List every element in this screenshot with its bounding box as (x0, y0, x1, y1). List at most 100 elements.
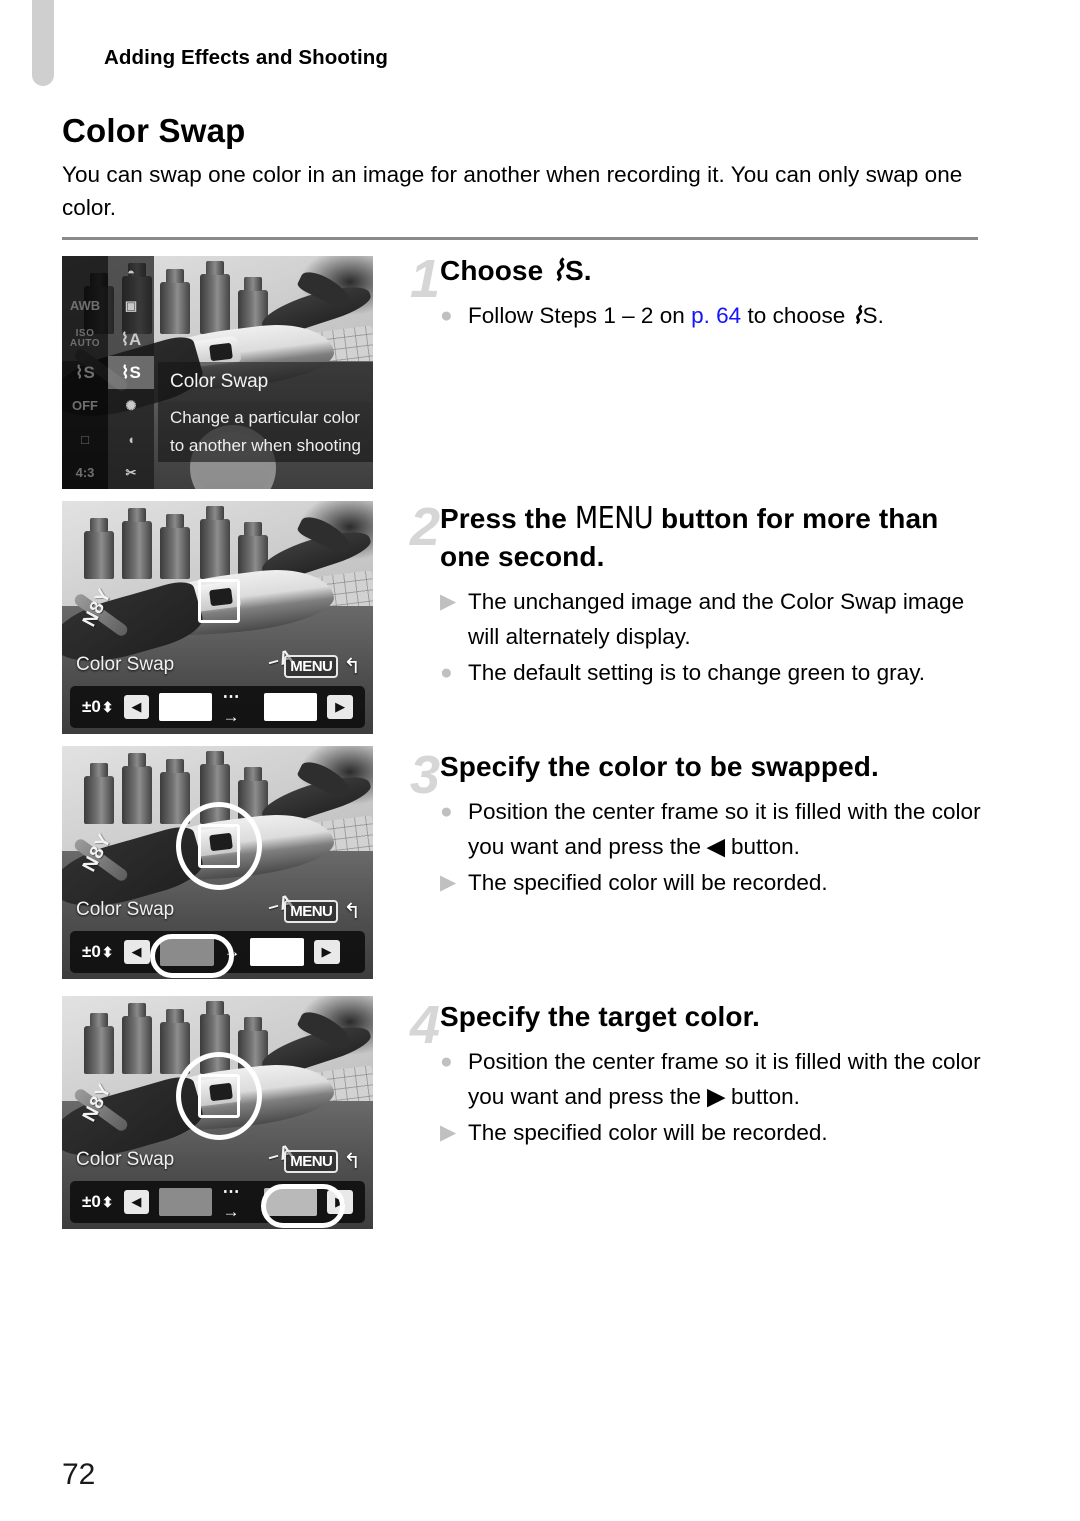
menu-cell-white-balance[interactable]: AWB (62, 289, 108, 322)
page-reference-link[interactable]: p. 64 (691, 303, 741, 328)
menu-icon-cell[interactable]: ▣ (108, 289, 154, 322)
overlay-desc-line-2: to another when shooting (170, 436, 361, 455)
left-arrow-button-icon[interactable]: ◀ (123, 695, 150, 719)
right-arrow-button-icon[interactable]: ▶ (327, 1190, 353, 1214)
bullet-text-after: button. (724, 834, 800, 859)
menu-cell-aspect-ratio[interactable]: 4:3 (62, 456, 108, 489)
exposure-compensation-value[interactable]: ±0 ⬍ (82, 1192, 114, 1212)
return-arrow-icon: ↰ (343, 900, 361, 923)
target-color-swatch[interactable] (249, 938, 304, 966)
swap-arrow-icon: ⋯→ (222, 687, 239, 726)
menu-overlay-description: Change a particular color to another whe… (158, 402, 373, 462)
menu-icon-cell[interactable]: ✺ (108, 389, 154, 422)
step-heading: Specify the color to be swapped. (440, 751, 879, 782)
step-heading: Specify the target color. (440, 1001, 760, 1032)
screenshot-step-3: N8Y –A Color Swap MENU ↰ ±0 ⬍ ◀ → ▶ (62, 746, 373, 979)
menu-overlay-title: Color Swap (158, 362, 373, 402)
result-bullet-icon: ▶ (440, 871, 457, 894)
bullet-text: The unchanged image and the Color Swap i… (468, 589, 965, 649)
target-color-swatch[interactable] (264, 693, 318, 721)
up-down-arrow-icon: ⬍ (101, 699, 114, 715)
bullet-text-middle: to choose (741, 303, 852, 328)
source-color-swatch[interactable] (159, 938, 214, 966)
menu-icon-cell-color-swap-selected[interactable]: ⌇S (108, 355, 154, 390)
menu-icon-cell[interactable]: ◓ (108, 256, 154, 289)
menu-cell-iso[interactable]: ISO AUTO (62, 323, 108, 356)
bullet-text-after: . (877, 303, 884, 328)
center-frame (198, 824, 240, 868)
step-block-4: 4 Specify the target color. ● Position t… (410, 998, 990, 1151)
right-arrow-button-icon: ▶ (707, 1084, 725, 1109)
bullet-result: ▶ The specified color will be recorded. (440, 865, 990, 900)
menu-cell-flash[interactable]: OFF (62, 389, 108, 422)
step-body: ● Position the center frame so it is fil… (440, 1044, 990, 1150)
left-arrow-button-icon[interactable]: ◀ (123, 1190, 150, 1214)
step-heading: Choose ⌇S. (440, 252, 990, 290)
bullet-action: ● Position the center frame so it is fil… (440, 1044, 990, 1114)
hud-mode-label: Color Swap (76, 1149, 175, 1170)
bullet-action: ● The default setting is to change green… (440, 655, 990, 690)
step-block-3: 3 Specify the color to be swapped. ● Pos… (410, 748, 990, 901)
menu-icon-cell[interactable]: ✂ (108, 456, 154, 489)
step-body: ▶ The unchanged image and the Color Swap… (440, 584, 990, 690)
up-down-arrow-icon: ⬍ (101, 944, 114, 960)
hud-mode-label: Color Swap (76, 899, 175, 920)
menu-button-chip[interactable]: MENU (284, 900, 339, 923)
dropper-icon-label: S (862, 303, 878, 328)
color-swap-dropper-icon: ⌇ (551, 255, 565, 286)
swap-arrow-icon: ⋯→ (222, 1182, 239, 1221)
hud-menu-hint[interactable]: MENU ↰ (284, 1150, 361, 1173)
dropper-icon-label: S (564, 255, 584, 286)
bullet-action: ● Position the center frame so it is fil… (440, 794, 990, 864)
running-header: Adding Effects and Shooting (104, 46, 388, 69)
screenshot-step-4: N8Y –A Color Swap MENU ↰ ±0 ⬍ ◀ ⋯→ ▶ (62, 996, 373, 1229)
bullet-text: Follow Steps 1 – 2 on p. 64 to choose ⌇S… (468, 298, 990, 333)
page-number: 72 (62, 1458, 96, 1491)
bullet-text: The specified color will be recorded. (468, 870, 828, 895)
bullet-text: The specified color will be recorded. (468, 1120, 828, 1145)
bullet-text: Position the center frame so it is fille… (468, 794, 990, 864)
section-intro-text: You can swap one color in an image for a… (62, 162, 963, 220)
hud-menu-hint[interactable]: MENU ↰ (284, 655, 361, 678)
action-bullet-icon: ● (440, 661, 453, 684)
menu-cell-drive[interactable]: □ (62, 422, 108, 455)
step-heading-text: Choose (440, 255, 552, 286)
left-arrow-button-icon[interactable]: ◀ (123, 940, 150, 964)
ev-number: ±0 (82, 1192, 101, 1211)
menu-button-icon: MENU (574, 501, 654, 536)
screenshot-step-2: N8Y –A Color Swap MENU ↰ ±0 ⬍ ◀ ⋯→ ▶ (62, 501, 373, 734)
hud-menu-hint[interactable]: MENU ↰ (284, 900, 361, 923)
ev-number: ±0 (82, 942, 101, 961)
result-bullet-icon: ▶ (440, 1121, 457, 1144)
menu-button-chip[interactable]: MENU (284, 1150, 339, 1173)
step-body: ● Position the center frame so it is fil… (440, 794, 990, 900)
bullet-text-before: Follow Steps 1 – 2 on (468, 303, 692, 328)
up-down-arrow-icon: ⬍ (101, 1194, 114, 1210)
bullet-result: ▶ The unchanged image and the Color Swap… (440, 584, 990, 654)
step-heading-text-before: Press the (440, 503, 575, 534)
menu-column-right: ◓ ▣ ⌇A ⌇S ✺ ◖ ✂ (108, 256, 154, 489)
bullet-text: Position the center frame so it is fille… (468, 1044, 990, 1114)
source-color-swatch[interactable] (159, 1188, 213, 1216)
menu-cell[interactable] (62, 256, 108, 289)
target-color-swatch[interactable] (264, 1188, 318, 1216)
step-block-2: 2 Press the MENU button for more than on… (410, 500, 990, 691)
source-color-swatch[interactable] (159, 693, 213, 721)
return-arrow-icon: ↰ (343, 1150, 361, 1173)
exposure-compensation-value[interactable]: ±0 ⬍ (82, 697, 114, 717)
swap-arrow-icon: → (223, 942, 241, 961)
right-arrow-button-icon[interactable]: ▶ (327, 695, 353, 719)
bullet-text: The default setting is to change green t… (468, 660, 926, 685)
return-arrow-icon: ↰ (343, 655, 361, 678)
exposure-compensation-value[interactable]: ±0 ⬍ (82, 942, 114, 962)
color-swap-dropper-icon: ⌇ (851, 303, 863, 328)
menu-icon-cell-auto[interactable]: ⌇A (108, 323, 154, 356)
menu-cell-color-swap[interactable]: ⌇S (62, 356, 108, 389)
step-block-1: 1 Choose ⌇S. ● Follow Steps 1 – 2 on p. … (410, 252, 990, 334)
right-arrow-button-icon[interactable]: ▶ (313, 940, 340, 964)
step-body: ● Follow Steps 1 – 2 on p. 64 to choose … (440, 298, 990, 333)
menu-icon-cell[interactable]: ◖ (108, 422, 154, 455)
color-swap-control-bar: ±0 ⬍ ◀ → ▶ (70, 931, 365, 973)
step-heading: Press the MENU button for more than one … (440, 500, 990, 576)
menu-button-chip[interactable]: MENU (284, 655, 339, 678)
